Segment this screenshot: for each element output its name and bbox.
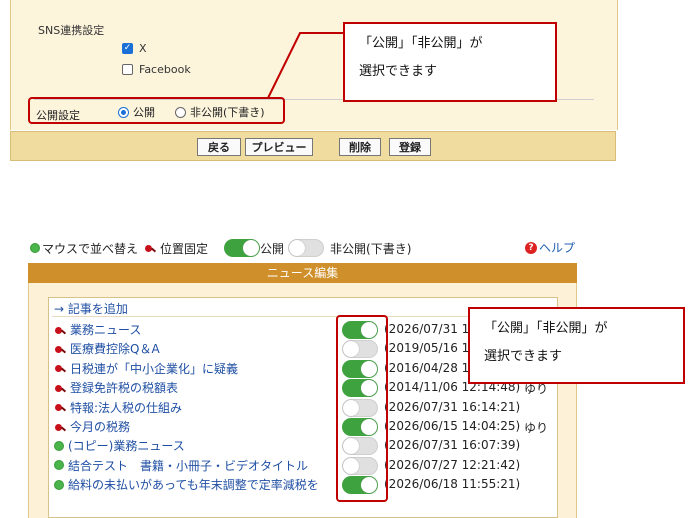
bottom-callout-line2: 選択できます bbox=[484, 349, 563, 364]
news-date: (2026/07/31 16 bbox=[384, 322, 477, 336]
news-row[interactable]: 給料の未払いがあっても年末調整で定率減税を (2026/06/18 11:55:2… bbox=[54, 475, 559, 495]
legend-public-label: 公開 bbox=[260, 241, 285, 256]
news-user: ゆり bbox=[524, 421, 549, 435]
legend-bar: マウスで並べ替え 位置固定 公開 非公開(下書き) bbox=[30, 239, 411, 257]
news-title-link[interactable]: 医療費控除Q＆A bbox=[70, 340, 160, 357]
legend-private-toggle-icon bbox=[288, 239, 325, 257]
news-date: (2026/06/18 11:55:21) bbox=[384, 477, 521, 492]
top-callout-line2: 選択できます bbox=[359, 64, 438, 79]
pin-icon bbox=[54, 383, 66, 393]
pin-icon bbox=[54, 422, 66, 432]
top-callout-line bbox=[267, 32, 345, 99]
pin-icon bbox=[54, 402, 66, 412]
bottom-callout: 「公開」「非公開」が 選択できます bbox=[468, 307, 685, 384]
news-date: (2026/07/31 16:14:21) bbox=[384, 399, 521, 414]
add-article-link[interactable]: → 記事を追加 bbox=[54, 300, 128, 317]
top-callout-line1: 「公開」「非公開」が bbox=[359, 36, 483, 51]
news-title-link[interactable]: 結合テスト 書籍・小冊子・ビデオタイトル bbox=[68, 457, 308, 474]
pin-icon bbox=[54, 325, 66, 335]
news-title-link[interactable]: 給料の未払いがあっても年末調整で定率減税を bbox=[68, 476, 319, 493]
help-label[interactable]: ヘルプ bbox=[539, 239, 575, 256]
help-icon: ? bbox=[525, 241, 537, 254]
news-date: (2026/06/15 14:04:25) bbox=[384, 419, 521, 433]
top-callout: 「公開」「非公開」が 選択できます bbox=[343, 22, 557, 102]
news-title-link[interactable]: 業務ニュース bbox=[70, 321, 141, 338]
pin-icon bbox=[144, 243, 156, 253]
sortable-dot-icon bbox=[30, 243, 40, 253]
legend-public-toggle-icon bbox=[224, 239, 261, 257]
sortable-dot-icon bbox=[54, 460, 64, 471]
help-link[interactable]: ? ヘルプ bbox=[525, 239, 575, 256]
news-title-link[interactable]: (コピー)業務ニュース bbox=[68, 437, 185, 454]
news-row[interactable]: 結合テスト 書籍・小冊子・ビデオタイトル (2026/07/27 12:21:42… bbox=[54, 456, 559, 475]
news-title-link[interactable]: 登録免許税の税額表 bbox=[70, 379, 178, 396]
legend-pin-label: 位置固定 bbox=[160, 241, 209, 256]
pin-icon bbox=[54, 344, 66, 354]
pin-icon bbox=[54, 363, 66, 373]
news-date: (2019/05/16 12 bbox=[384, 341, 477, 356]
news-row[interactable]: 今月の税務 (2026/06/15 14:04:25) ゆり bbox=[54, 417, 559, 436]
news-row[interactable]: (コピー)業務ニュース (2026/07/31 16:07:39) bbox=[54, 436, 559, 456]
sortable-dot-icon bbox=[54, 479, 64, 490]
news-title-link[interactable]: 特報:法人税の仕組み bbox=[70, 399, 182, 416]
news-edit-header: ニュース編集 bbox=[28, 263, 577, 283]
news-date: (2026/07/31 16:07:39) bbox=[384, 438, 521, 453]
news-row[interactable]: 特報:法人税の仕組み (2026/07/31 16:14:21) bbox=[54, 398, 559, 417]
legend-private-label: 非公開(下書き) bbox=[330, 241, 412, 256]
sortable-dot-icon bbox=[54, 440, 64, 451]
toggle-column-highlight bbox=[336, 315, 388, 502]
news-date: (2026/07/27 12:21:42) bbox=[384, 457, 521, 472]
bottom-callout-line1: 「公開」「非公開」が bbox=[484, 321, 608, 336]
news-title-link[interactable]: 日税連が「中小企業化」に疑義 bbox=[70, 360, 238, 377]
legend-sort-label: マウスで並べ替え bbox=[42, 241, 139, 256]
news-date: (2016/04/28 14 bbox=[384, 360, 477, 375]
news-title-link[interactable]: 今月の税務 bbox=[70, 418, 130, 435]
